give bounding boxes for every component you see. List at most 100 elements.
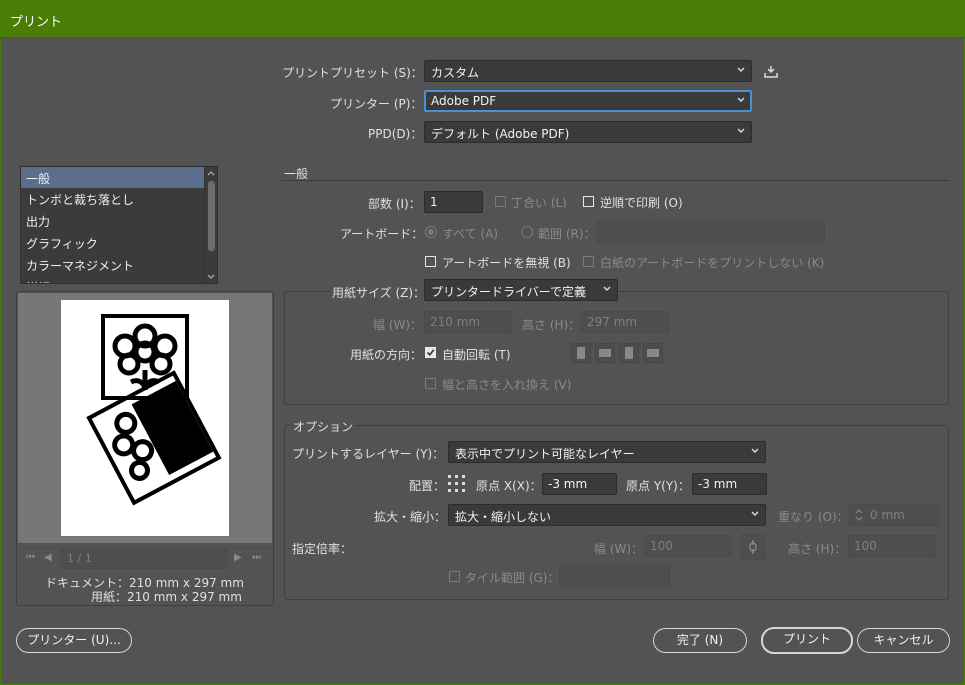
landscape-flipped-icon[interactable]: [643, 343, 663, 363]
printer-setup-label: プリンター (U)...: [27, 633, 121, 647]
skip-blank-label: 白紙のアートボードをプリントしない (K): [600, 256, 825, 270]
ignore-artboard-checkbox[interactable]: [425, 256, 436, 267]
scale-width-label: 幅 (W)：: [594, 542, 644, 556]
category-label: 一般: [26, 172, 51, 186]
layers-value: 表示中でプリント可能なレイヤー: [455, 447, 635, 461]
orientation-label: 用紙の方向：: [350, 348, 423, 362]
category-list: 一般 トンボと裁ち落とし 出力 グラフィック カラーマネジメント 詳細: [20, 166, 218, 284]
layers-select[interactable]: 表示中でプリント可能なレイヤー: [448, 441, 766, 463]
artboard-range-radio[interactable]: [521, 226, 533, 238]
chevron-down-icon: [603, 286, 611, 291]
placement-label: 配置：: [409, 479, 446, 493]
landscape-icon[interactable]: [595, 343, 615, 363]
printer-value: Adobe PDF: [431, 94, 497, 108]
scale-height-label: 高さ (H)：: [788, 542, 847, 556]
media-width-value: 210 mm: [430, 315, 481, 329]
reverse-order-checkbox[interactable]: [583, 196, 594, 207]
stepper-icon[interactable]: [854, 508, 864, 522]
scaling-value: 拡大・縮小しない: [455, 510, 552, 524]
category-item-advanced[interactable]: 詳細: [21, 276, 205, 283]
scale-height-input[interactable]: 100: [848, 535, 936, 557]
printer-label: プリンター (P)：: [330, 97, 423, 111]
general-divider: [281, 180, 949, 181]
overlap-value: 0 mm: [870, 508, 905, 522]
category-item-general[interactable]: 一般: [21, 167, 205, 188]
cancel-button[interactable]: キャンセル: [857, 628, 950, 653]
media-width-label: 幅 (W)：: [373, 318, 423, 332]
copies-value: 1: [430, 195, 438, 209]
copies-label: 部数 (I)：: [368, 197, 421, 211]
layers-label: プリントするレイヤー (Y)：: [292, 447, 445, 461]
chevron-down-icon: [751, 511, 759, 516]
artboard-range-input[interactable]: [597, 221, 825, 243]
chevron-down-icon: [737, 67, 745, 72]
window-title: プリント: [10, 15, 63, 30]
preset-value: カスタム: [431, 66, 480, 80]
transverse-checkbox[interactable]: [425, 378, 436, 389]
ppd-value: デフォルト (Adobe PDF): [431, 127, 570, 141]
reverse-order-label: 逆順で印刷 (O): [600, 196, 683, 210]
origin-x-input[interactable]: -3 mm: [542, 473, 617, 495]
copies-input[interactable]: 1: [424, 191, 483, 213]
preset-select[interactable]: カスタム: [424, 60, 752, 82]
constrain-proportions-button[interactable]: [741, 534, 765, 560]
scaling-label: 拡大・縮小：: [374, 510, 447, 524]
category-item-color-management[interactable]: カラーマネジメント: [21, 254, 205, 275]
auto-rotate-label: 自動回転 (T): [442, 348, 511, 362]
scrollbar-thumb[interactable]: [208, 181, 215, 251]
skip-blank-checkbox[interactable]: [583, 256, 594, 267]
overlap-label: 重なり (O)：: [778, 510, 849, 524]
done-button[interactable]: 完了 (N): [653, 628, 747, 653]
done-label: 完了 (N): [676, 633, 724, 647]
origin-y-label: 原点 Y(Y)：: [626, 479, 690, 493]
category-scrollbar[interactable]: [204, 167, 217, 283]
reference-point-icon[interactable]: [447, 474, 466, 493]
preset-label: プリントプリセット (S)：: [282, 66, 423, 80]
category-label: トンボと裁ち落とし: [26, 193, 135, 207]
auto-rotate-checkbox[interactable]: [425, 347, 436, 358]
collate-checkbox[interactable]: [495, 196, 506, 207]
ignore-artboard-label: アートボードを無視 (B): [442, 256, 571, 270]
preview-frame: [16, 291, 274, 606]
media-height-input[interactable]: 297 mm: [581, 311, 669, 333]
printer-select[interactable]: Adobe PDF: [424, 90, 752, 112]
save-preset-icon[interactable]: [764, 65, 778, 78]
category-label: 詳細: [26, 281, 50, 283]
printer-setup-button[interactable]: プリンター (U)...: [16, 628, 132, 653]
category-label: カラーマネジメント: [26, 259, 135, 273]
print-label: プリント: [782, 632, 831, 646]
print-button[interactable]: プリント: [761, 627, 853, 654]
media-height-value: 297 mm: [587, 315, 638, 329]
scroll-down-icon[interactable]: [207, 273, 215, 281]
scale-width-input[interactable]: 100: [644, 535, 732, 557]
category-item-graphics[interactable]: グラフィック: [21, 232, 205, 253]
cancel-label: キャンセル: [873, 633, 934, 647]
origin-y-value: -3 mm: [698, 477, 738, 491]
tile-range-label: タイル範囲 (G)：: [465, 571, 560, 585]
portrait-flipped-icon[interactable]: [619, 343, 639, 363]
category-label: 出力: [26, 215, 51, 229]
artboard-label: アートボード：: [340, 227, 424, 241]
checkmark-icon: [426, 349, 435, 356]
media-size-value: プリンタードライバーで定義: [431, 285, 587, 299]
media-size-select[interactable]: プリンタードライバーで定義: [424, 279, 618, 301]
link-icon: [749, 540, 757, 554]
scroll-up-icon[interactable]: [207, 169, 215, 177]
ppd-select[interactable]: デフォルト (Adobe PDF): [424, 121, 752, 143]
overlap-input[interactable]: 0 mm: [849, 504, 940, 526]
origin-x-label: 原点 X(X)：: [476, 479, 542, 493]
print-dialog: プリントプリセット (S)： カスタム プリンター (P)： Adobe PDF…: [0, 38, 965, 685]
tile-range-input[interactable]: [559, 565, 670, 587]
chevron-down-icon: [737, 97, 745, 102]
scaling-select[interactable]: 拡大・縮小しない: [448, 504, 766, 526]
origin-y-input[interactable]: -3 mm: [692, 473, 767, 495]
options-section-title: オプション: [291, 418, 356, 435]
media-width-input[interactable]: 210 mm: [424, 311, 512, 333]
chevron-down-icon: [751, 448, 759, 453]
tile-range-checkbox[interactable]: [449, 571, 460, 582]
category-label: グラフィック: [26, 237, 98, 251]
category-item-marks-bleed[interactable]: トンボと裁ち落とし: [21, 188, 205, 209]
artboard-all-radio[interactable]: [425, 226, 437, 238]
category-item-output[interactable]: 出力: [21, 210, 205, 231]
portrait-icon[interactable]: [571, 343, 591, 363]
